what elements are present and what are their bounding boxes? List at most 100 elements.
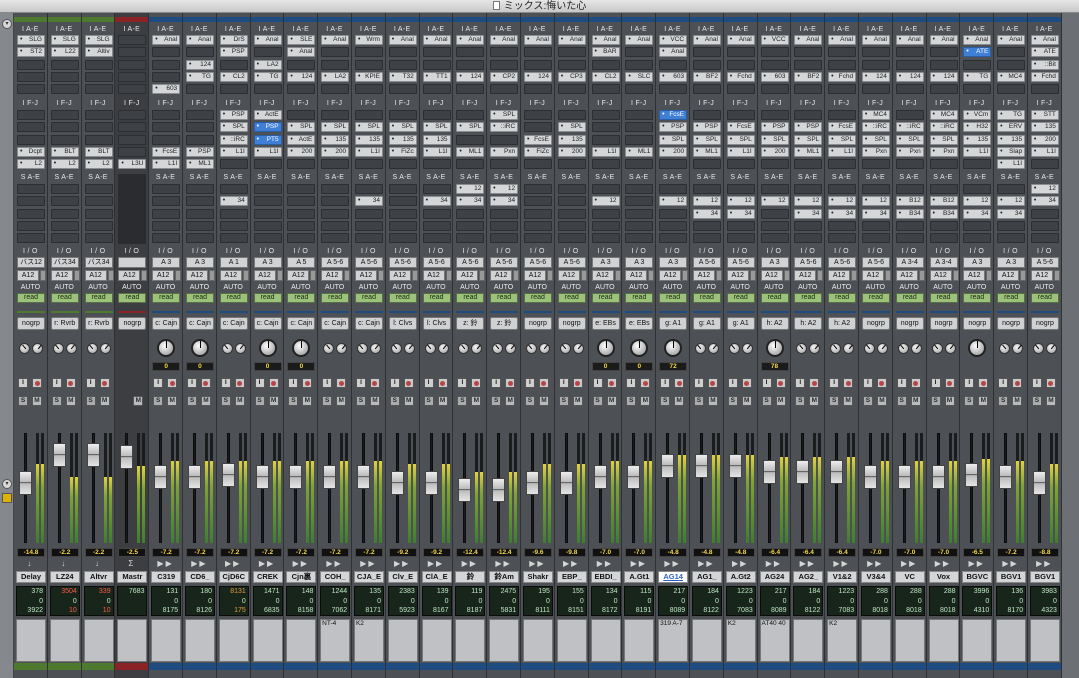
- send-slot[interactable]: [760, 208, 789, 219]
- insert-slot[interactable]: • L3U: [118, 159, 147, 170]
- insert-slot[interactable]: [591, 110, 620, 120]
- mute-button[interactable]: M: [775, 396, 786, 406]
- automation-mode-button[interactable]: read: [321, 293, 350, 303]
- group-selector[interactable]: nogrp: [557, 317, 586, 330]
- track-name[interactable]: A.Gt2: [725, 571, 756, 583]
- solo-button[interactable]: S: [896, 396, 907, 406]
- solo-button[interactable]: S: [51, 396, 62, 406]
- send-slot[interactable]: [185, 196, 214, 207]
- input-monitor-button[interactable]: I: [524, 378, 535, 388]
- send-slot[interactable]: [557, 208, 586, 219]
- insert-slot[interactable]: • ERV: [997, 122, 1026, 133]
- pan-knob-left[interactable]: [492, 343, 504, 354]
- insert-slot[interactable]: • 124: [895, 71, 924, 82]
- insert-slot[interactable]: • 200: [760, 146, 789, 157]
- input-selector[interactable]: A 5-6: [1030, 257, 1059, 268]
- volume-fader[interactable]: [19, 470, 32, 495]
- send-slot[interactable]: • 34: [861, 208, 890, 219]
- solo-button[interactable]: S: [389, 396, 400, 406]
- automation-mode-button[interactable]: read: [760, 293, 789, 303]
- output-menu-button[interactable]: [783, 270, 790, 281]
- group-selector[interactable]: h: A2: [828, 317, 857, 330]
- mute-button[interactable]: M: [640, 396, 651, 406]
- mute-button[interactable]: M: [32, 396, 42, 406]
- send-slot[interactable]: [523, 208, 552, 219]
- solo-button[interactable]: S: [322, 396, 333, 406]
- volume-fader[interactable]: [796, 459, 810, 484]
- pan-knob-right[interactable]: [843, 343, 855, 354]
- insert-slot[interactable]: • BF2: [692, 71, 721, 82]
- insert-slot[interactable]: [456, 110, 485, 120]
- send-slot[interactable]: • 34: [997, 208, 1026, 219]
- comments-field[interactable]: K2: [827, 619, 858, 662]
- insert-slot[interactable]: • SPL: [219, 122, 248, 133]
- insert-slot[interactable]: [185, 47, 214, 58]
- record-enable-button[interactable]: [437, 378, 448, 388]
- output-selector[interactable]: A12: [523, 270, 546, 281]
- insert-slot[interactable]: [591, 122, 620, 133]
- output-selector[interactable]: A12: [17, 270, 39, 281]
- send-slot[interactable]: [388, 184, 417, 194]
- insert-slot[interactable]: [17, 71, 45, 82]
- send-slot[interactable]: • 34: [726, 208, 755, 219]
- insert-slot[interactable]: • TG: [963, 71, 992, 82]
- send-slot[interactable]: [321, 184, 350, 194]
- mute-button[interactable]: M: [843, 396, 854, 406]
- input-monitor-button[interactable]: I: [558, 378, 569, 388]
- insert-slot[interactable]: [219, 159, 248, 170]
- insert-slot[interactable]: [84, 122, 113, 133]
- insert-slot[interactable]: [84, 84, 113, 95]
- send-slot[interactable]: [287, 184, 316, 194]
- insert-slot[interactable]: [929, 47, 958, 58]
- insert-slot[interactable]: [84, 134, 113, 145]
- output-menu-button[interactable]: [851, 270, 858, 281]
- mute-button[interactable]: M: [538, 396, 549, 406]
- track-name[interactable]: Cjn裏: [286, 571, 317, 583]
- send-slot[interactable]: [929, 184, 958, 194]
- pan-knob-right[interactable]: [99, 343, 111, 354]
- insert-slot[interactable]: • 200: [659, 146, 688, 157]
- insert-slot[interactable]: [456, 47, 485, 58]
- output-selector[interactable]: A12: [118, 270, 141, 281]
- insert-slot[interactable]: • SPL: [490, 110, 519, 120]
- send-slot[interactable]: • B12: [929, 196, 958, 207]
- output-menu-button[interactable]: [546, 270, 553, 281]
- send-slot[interactable]: [625, 184, 654, 194]
- solo-button[interactable]: S: [727, 396, 738, 406]
- automation-mode-button[interactable]: read: [84, 293, 113, 303]
- insert-slot[interactable]: [50, 84, 79, 95]
- track-name[interactable]: 鈴: [455, 571, 486, 583]
- comments-field[interactable]: [793, 619, 824, 662]
- insert-slot[interactable]: • 124: [185, 59, 214, 70]
- insert-slot[interactable]: • ATE: [963, 47, 992, 58]
- insert-slot[interactable]: [456, 59, 485, 70]
- automation-mode-button[interactable]: read: [490, 293, 519, 303]
- input-monitor-button[interactable]: I: [51, 378, 62, 388]
- insert-slot[interactable]: •::iRC: [861, 122, 890, 133]
- send-slot[interactable]: [185, 208, 214, 219]
- insert-slot[interactable]: [118, 84, 147, 95]
- insert-slot[interactable]: • TG: [997, 110, 1026, 120]
- group-selector[interactable]: nogrp: [963, 317, 992, 330]
- output-selector[interactable]: A12: [895, 270, 918, 281]
- record-enable-button[interactable]: [809, 378, 820, 388]
- insert-slot[interactable]: [118, 35, 147, 45]
- insert-slot[interactable]: [591, 159, 620, 170]
- insert-slot[interactable]: • Anal: [557, 35, 586, 45]
- insert-slot[interactable]: [152, 134, 181, 145]
- insert-slot[interactable]: [625, 47, 654, 58]
- send-slot[interactable]: • 34: [422, 196, 451, 207]
- pan-knob[interactable]: [596, 339, 615, 357]
- send-slot[interactable]: [152, 233, 181, 244]
- mute-button[interactable]: M: [741, 396, 752, 406]
- insert-slot[interactable]: • L1I: [253, 146, 282, 157]
- insert-slot[interactable]: [118, 47, 147, 58]
- insert-slot[interactable]: [997, 47, 1026, 58]
- group-selector[interactable]: g: A1: [659, 317, 688, 330]
- send-slot[interactable]: [388, 196, 417, 207]
- send-slot[interactable]: [1030, 208, 1059, 219]
- record-enable-button[interactable]: [674, 378, 685, 388]
- insert-slot[interactable]: • Fchd: [726, 71, 755, 82]
- send-slot[interactable]: [354, 208, 383, 219]
- mute-button[interactable]: M: [437, 396, 448, 406]
